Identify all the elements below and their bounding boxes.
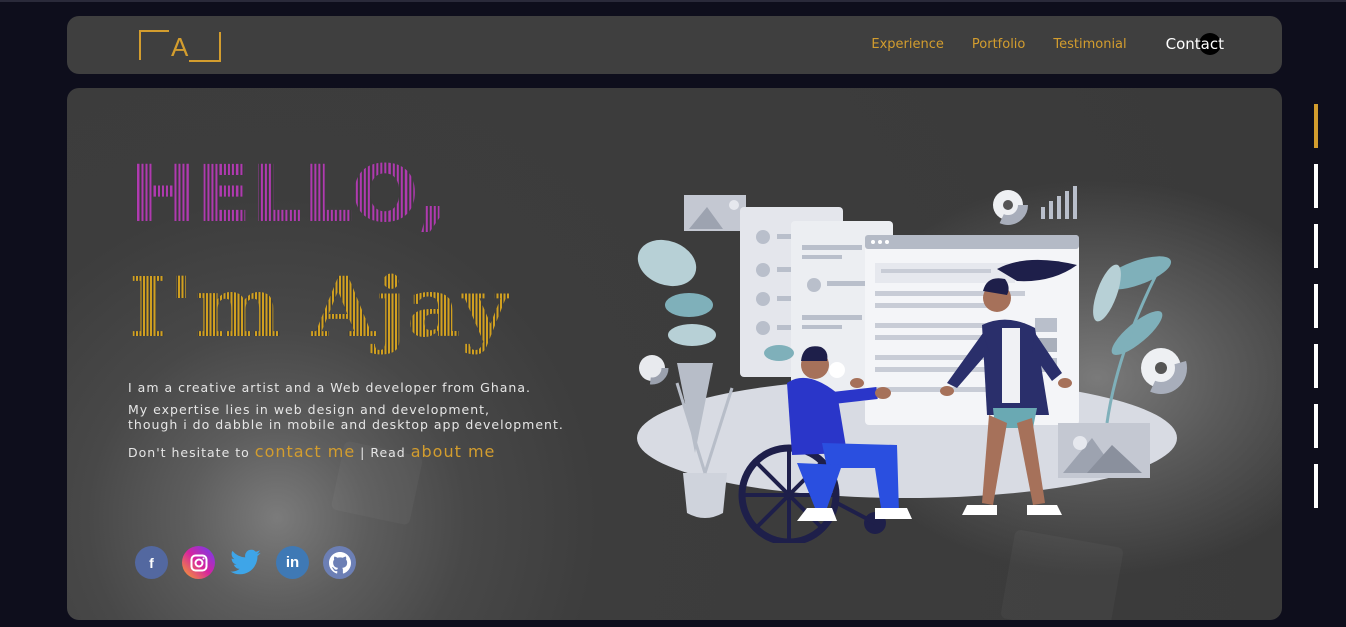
- section-indicator-5[interactable]: [1314, 344, 1318, 388]
- section-indicator-6[interactable]: [1314, 404, 1318, 448]
- twitter-icon[interactable]: [229, 546, 262, 579]
- section-indicator-1[interactable]: [1314, 104, 1318, 148]
- contact-me-link[interactable]: contact me: [255, 442, 355, 461]
- contact-label: Contact: [1165, 35, 1224, 53]
- hero-expertise-2: though i do dabble in mobile and desktop…: [128, 417, 564, 432]
- social-links: f in: [135, 546, 370, 579]
- nav-link-portfolio[interactable]: Portfolio: [972, 37, 1025, 52]
- nav-link-testimonial[interactable]: Testimonial: [1053, 37, 1126, 52]
- navbar: A Experience Portfolio Testimonial Conta…: [67, 16, 1282, 74]
- github-icon[interactable]: [323, 546, 356, 579]
- facebook-icon[interactable]: f: [135, 546, 168, 579]
- logo-letter: A: [171, 32, 189, 62]
- cta-prefix: Don't hesitate to: [128, 445, 250, 460]
- hero-name: I'm Ajay: [129, 260, 510, 356]
- hero-expertise: My expertise lies in web design and deve…: [128, 402, 491, 417]
- instagram-icon[interactable]: [182, 546, 215, 579]
- linkedin-icon[interactable]: in: [276, 546, 309, 579]
- hero-intro: I am a creative artist and a Web develop…: [128, 380, 531, 395]
- section-indicator-4[interactable]: [1314, 284, 1318, 328]
- nav-links: Experience Portfolio Testimonial Contact: [843, 33, 1224, 55]
- logo[interactable]: A: [139, 30, 221, 62]
- section-indicator-7[interactable]: [1314, 464, 1318, 508]
- logo-corner-top-left: [139, 30, 169, 60]
- hero-cta: Don't hesitate to contact me | Read abou…: [128, 442, 495, 461]
- hero-greeting: HELLO,: [129, 150, 448, 240]
- logo-corner-bottom-right: [189, 32, 221, 62]
- cta-separator: | Read: [360, 445, 406, 460]
- hero-illustration: [637, 185, 1187, 543]
- section-indicator-2[interactable]: [1314, 164, 1318, 208]
- nav-link-contact[interactable]: Contact: [1165, 33, 1224, 55]
- section-indicator-3[interactable]: [1314, 224, 1318, 268]
- top-border: [0, 0, 1346, 2]
- hero-section: HELLO, I'm Ajay I am a creative artist a…: [67, 88, 1282, 620]
- nav-link-experience[interactable]: Experience: [871, 37, 944, 52]
- about-me-link[interactable]: about me: [411, 442, 496, 461]
